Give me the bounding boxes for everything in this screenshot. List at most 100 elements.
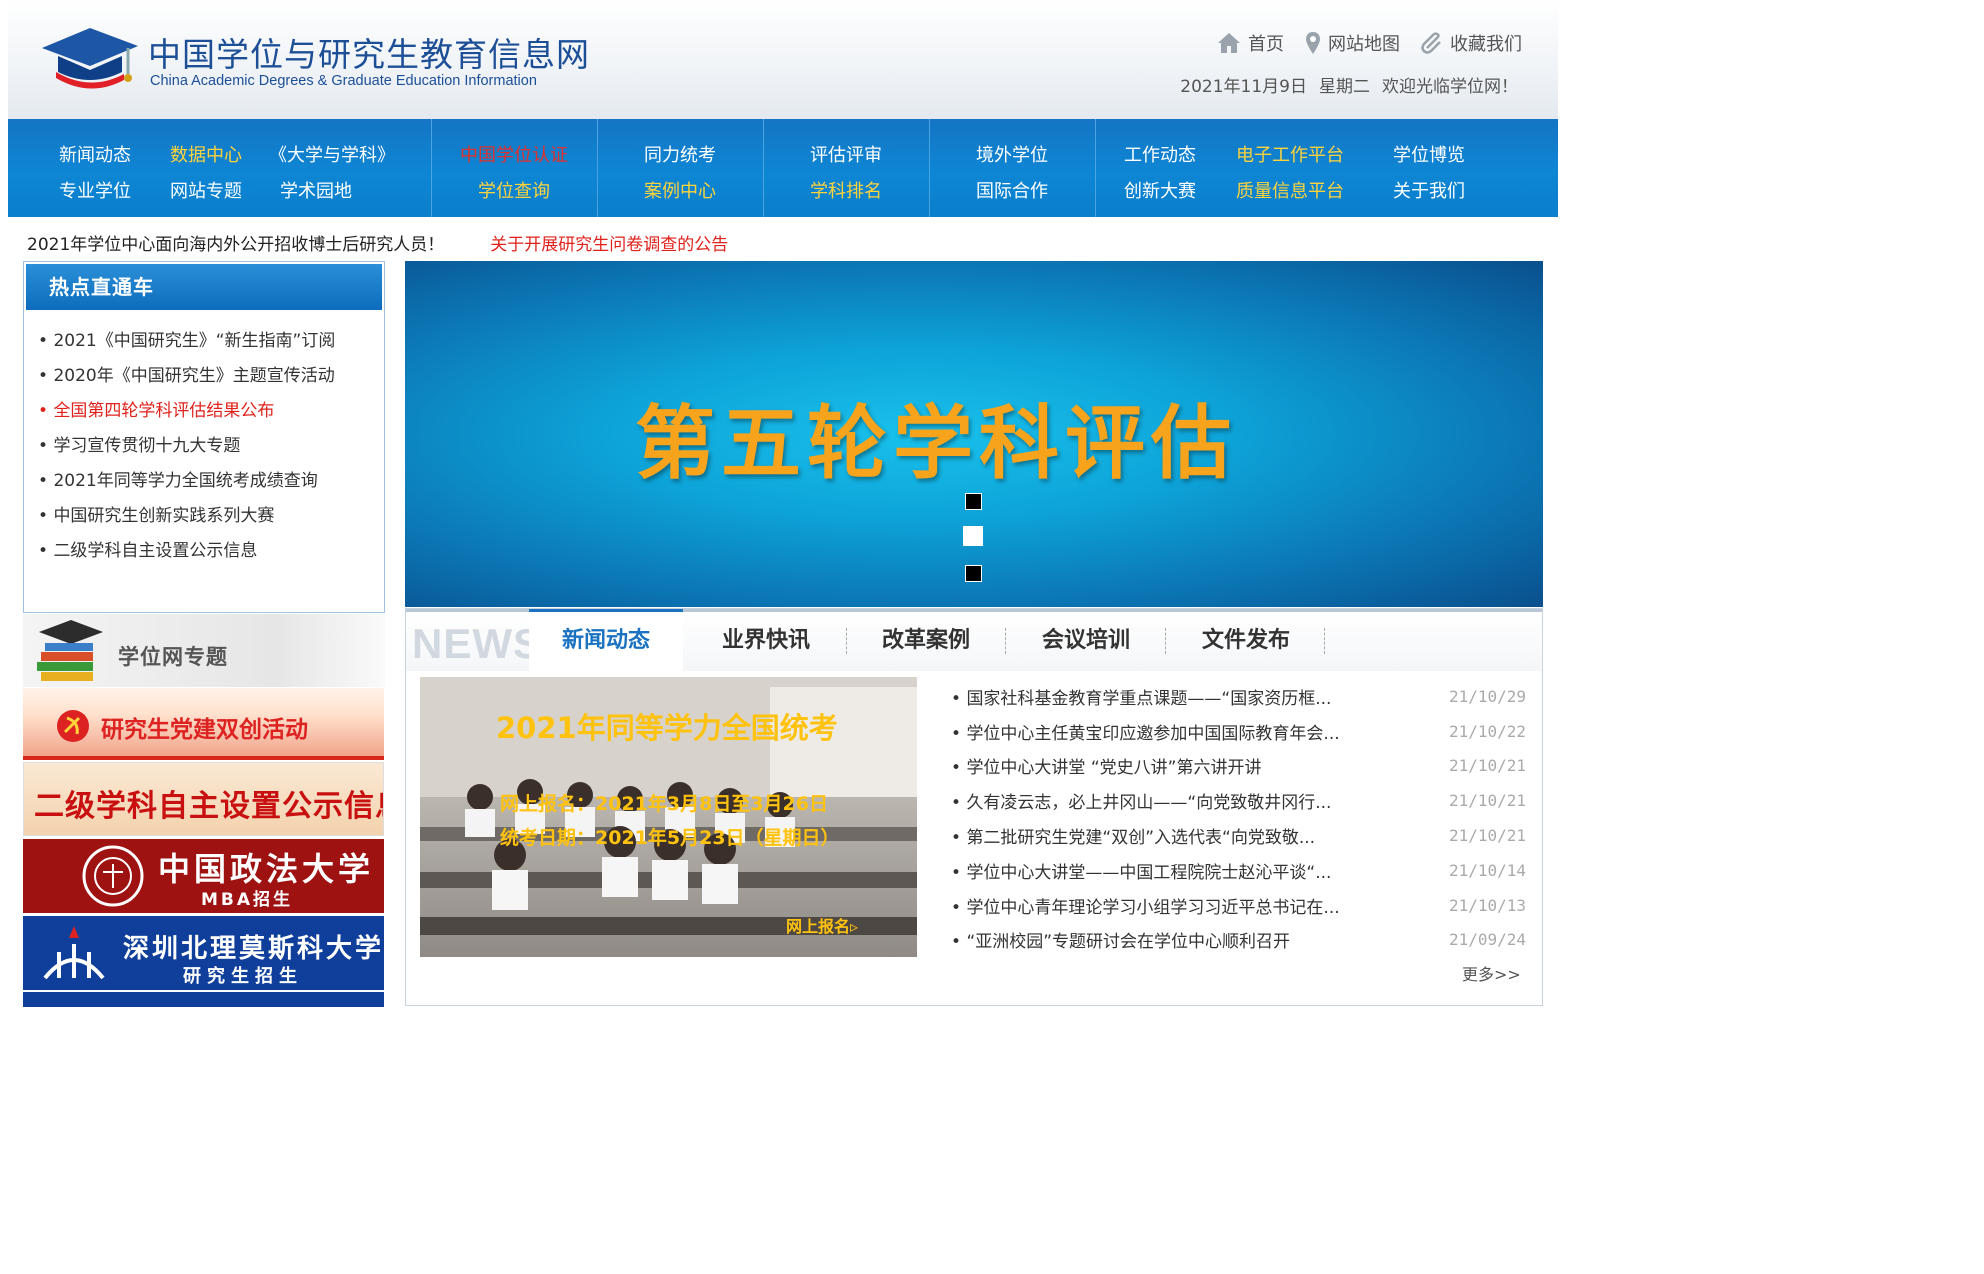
nav-work-news[interactable]: 工作动态 [1124,141,1196,167]
news-item-date: 21/09/24 [1448,930,1526,950]
news-item[interactable]: • 学位中心主任黄宝印应邀参加中国国际教育年会... 21/10/22 [951,714,1526,749]
news-item-text: 学位中心大讲堂——中国工程院院士赵沁平谈“... [966,862,1332,883]
nav-innovation-contest[interactable]: 创新大赛 [1124,177,1196,203]
hot-link-item[interactable]: • 全国第四轮学科评估结果公布 [38,394,374,429]
party-emblem-icon [57,710,89,742]
hot-link-label: 2020年《中国研究生》主题宣传活动 [53,366,335,386]
topic-banner-sublabel: MBA招生 [201,890,294,910]
nav-group-4: 评估评审 学科排名 [764,119,930,217]
nav-professional-degree[interactable]: 专业学位 [59,177,131,203]
hot-link-item[interactable]: • 2021《中国研究生》“新生指南”订阅 [38,324,374,359]
nav-international-cooperation[interactable]: 国际合作 [976,177,1048,203]
bookmark-link-label: 收藏我们 [1450,34,1522,55]
news-item-date: 21/10/13 [1448,895,1526,915]
topics-header: 学位网专题 [23,614,385,687]
nav-about-us[interactable]: 关于我们 [1393,177,1465,203]
hot-links-title: 热点直通车 [26,264,382,310]
news-item-text: 第二批研究生党建“双创”入选代表“向党致敬... [966,828,1316,849]
news-item[interactable]: • 学位中心大讲堂——中国工程院院士赵沁平谈“... 21/10/14 [951,853,1526,888]
nav-e-work-platform[interactable]: 电子工作平台 [1236,141,1344,167]
exam-promo-photo[interactable]: 2021年同等学力全国统考 网上报名：2021年3月8日至3月26日 统考日期：… [420,677,917,957]
ticker-item[interactable]: 2021年学位中心面向海内外公开招收博士后研究人员！ [27,230,444,255]
sitemap-link-label: 网站地图 [1328,34,1400,55]
promo-title: 2021年同等学力全国统考 [496,711,838,745]
sitemap-link[interactable]: 网站地图 [1304,30,1400,56]
welcome-text: 欢迎光临学位网！ [1382,77,1518,97]
news-item-text: “亚洲校园”专题研讨会在学位中心顺利召开 [966,932,1291,953]
news-item-date: 21/10/29 [1448,686,1526,706]
topic-banner-label: 深圳北理莫斯科大学 [123,934,384,964]
slide-dot-active[interactable] [963,526,983,546]
hot-link-item[interactable]: • 二级学科自主设置公示信息 [38,534,374,569]
nav-university-journal[interactable]: 《大学与学科》 [269,141,395,167]
news-item[interactable]: • “亚洲校园”专题研讨会在学位中心顺利召开 21/09/24 [951,923,1526,958]
news-item[interactable]: • 第二批研究生党建“双创”入选代表“向党致敬... 21/10/21 [951,818,1526,853]
promo-register-link[interactable]: 网上报名▹ [786,913,858,937]
nav-degree-expo[interactable]: 学位博览 [1393,141,1465,167]
promo-registration-dates: 网上报名：2021年3月8日至3月26日 [500,793,828,815]
topic-banner-partial[interactable] [23,992,384,1007]
tab-documents[interactable]: 文件发布 [1168,612,1324,674]
tab-divider [1165,628,1166,654]
site-header: 中国学位与研究生教育信息网 China Academic Degrees & G… [8,0,1558,119]
nav-degree-query[interactable]: 学位查询 [478,177,550,203]
top-links: 首页 网站地图 收藏我们 [1216,30,1522,56]
nav-subject-ranking[interactable]: 学科排名 [810,177,882,203]
nav-case-center[interactable]: 案例中心 [644,177,716,203]
nav-quality-platform[interactable]: 质量信息平台 [1236,177,1344,203]
hot-link-label: 2021《中国研究生》“新生指南”订阅 [53,331,336,351]
news-list: • 国家社科基金教育学重点课题——“国家资历框... 21/10/29 • 学位中… [951,679,1526,957]
hot-link-item[interactable]: • 2021年同等学力全国统考成绩查询 [38,464,374,499]
ticker-item[interactable]: 关于开展研究生问卷调查的公告 [490,230,728,255]
nav-academic-garden[interactable]: 学术园地 [280,177,352,203]
hero-slideshow[interactable]: 第五轮学科评估 [405,261,1543,607]
nav-special-topics[interactable]: 网站专题 [170,177,242,203]
news-item-title: • 学位中心大讲堂——中国工程院院士赵沁平谈“... [951,862,1332,883]
nav-evaluation-review[interactable]: 评估评审 [810,141,882,167]
tab-industry-news[interactable]: 业界快讯 [688,612,844,674]
hot-link-item[interactable]: • 中国研究生创新实践系列大赛 [38,499,374,534]
tab-reform-cases[interactable]: 改革案例 [848,612,1004,674]
promo-exam-date: 统考日期：2021年5月23日（星期日） [500,827,840,849]
location-pin-icon [1306,32,1320,54]
nav-group-1: 新闻动态 数据中心 《大学与学科》 专业学位 网站专题 学术园地 [8,119,432,217]
nav-overseas-degree[interactable]: 境外学位 [976,141,1048,167]
slide-dot[interactable] [965,565,982,582]
news-item-text: 学位中心主任黄宝印应邀参加中国国际教育年会... [966,723,1340,744]
main-nav: 新闻动态 数据中心 《大学与学科》 专业学位 网站专题 学术园地 中国学位认证 … [8,119,1558,217]
slide-dot[interactable] [965,493,982,510]
news-item-date: 21/10/21 [1448,826,1526,846]
news-item[interactable]: • 学位中心青年理论学习小组学习习近平总书记在... 21/10/13 [951,888,1526,923]
news-item-title: • 学位中心大讲堂 “党史八讲”第六讲开讲 [951,758,1262,779]
hot-link-item[interactable]: • 学习宣传贯彻十九大专题 [38,429,374,464]
topic-banner-subject-setup[interactable]: 二级学科自主设置公示信息 [23,762,384,836]
nav-data-center[interactable]: 数据中心 [170,141,242,167]
news-item[interactable]: • 国家社科基金教育学重点课题——“国家资历框... 21/10/29 [951,679,1526,714]
slide-title: 第五轮学科评估 [635,397,1237,490]
news-item-text: 学位中心青年理论学习小组学习习近平总书记在... [966,897,1340,918]
topic-banner-party-building[interactable]: 研究生党建双创活动 [23,688,384,760]
tab-divider [1324,628,1325,654]
hot-link-item[interactable]: • 2020年《中国研究生》主题宣传活动 [38,359,374,394]
news-item[interactable]: • 久有凌云志，必上井冈山——“向党致敬井冈行... 21/10/21 [951,783,1526,818]
tab-meetings[interactable]: 会议培训 [1008,612,1164,674]
home-link[interactable]: 首页 [1216,30,1284,56]
graduation-cap-logo-icon[interactable] [38,26,142,92]
topic-banner-sublabel: 研究生招生 [183,966,303,987]
topic-banner-cupl-mba[interactable]: 中国政法大学 MBA招生 [23,839,384,913]
nav-equivalent-exam[interactable]: 同力统考 [644,141,716,167]
bookmark-link[interactable]: 收藏我们 [1420,30,1522,56]
news-panel: NEWS 新闻动态 业界快讯 改革案例 会议培训 文件发布 2021年同等学力全… [405,608,1543,1006]
current-weekday: 星期二 [1319,77,1370,97]
site-subtitle: China Academic Degrees & Graduate Educat… [150,73,537,89]
announcement-ticker: 2021年学位中心面向海内外公开招收博士后研究人员！ 关于开展研究生问卷调查的公… [27,230,728,255]
nav-news[interactable]: 新闻动态 [59,141,131,167]
topic-banner-smbu[interactable]: 深圳北理莫斯科大学 研究生招生 [23,916,384,990]
paperclip-icon [1421,32,1441,54]
nav-degree-certification[interactable]: 中国学位认证 [460,141,568,167]
news-item[interactable]: • 学位中心大讲堂 “党史八讲”第六讲开讲 21/10/21 [951,749,1526,784]
nav-group-3: 同力统考 案例中心 [598,119,764,217]
topic-banner-label: 二级学科自主设置公示信息 [34,789,384,824]
tab-news[interactable]: 新闻动态 [529,609,683,674]
more-news-link[interactable]: 更多>> [1462,961,1521,985]
